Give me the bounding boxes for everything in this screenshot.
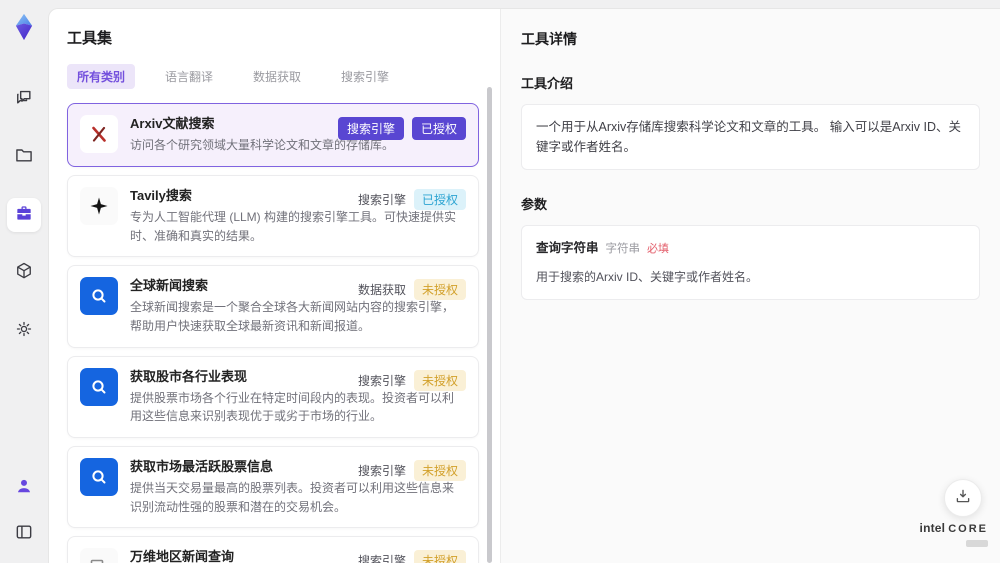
tool-category: 搜索引擎 — [357, 373, 406, 388]
news-blue-icon — [80, 367, 118, 406]
category-tabs: 所有类别 语言翻译 数据获取 搜索引擎 — [67, 64, 500, 89]
tab-label: 语言翻译 — [165, 70, 214, 84]
tool-card[interactable]: 万维地区新闻查询 查询具体行政区划内的新闻，快速了解各地新闻动态 搜索引擎 未授… — [67, 536, 479, 563]
tool-desc: 提供当天交易量最高的股票列表。投资者可以利用这些信息来识别流动性强的股票和潜在的… — [130, 481, 455, 514]
app-logo-icon — [9, 12, 39, 42]
tool-desc: 全球新闻搜索是一个聚合全球各大新闻网站内容的搜索引擎，帮助用户快速获取全球最新资… — [130, 300, 455, 333]
panel-toggle-icon — [14, 522, 34, 547]
intro-heading: 工具介绍 — [521, 76, 574, 91]
tool-status-badge: 已授权 — [411, 117, 466, 140]
sidebar-item-packages[interactable] — [7, 256, 41, 290]
sidebar-item-collapse[interactable] — [7, 517, 41, 551]
news-blue-icon — [80, 457, 118, 496]
intel-badge — [966, 540, 988, 547]
tool-card[interactable]: 全球新闻搜索 全球新闻搜索是一个聚合全球各大新闻网站内容的搜索引擎，帮助用户快速… — [67, 265, 479, 348]
tool-status-badge: 未授权 — [413, 369, 466, 391]
tab-label: 搜索引擎 — [341, 70, 390, 84]
tool-badges: 搜索引擎 未授权 — [358, 550, 466, 563]
param-type: 字符串 — [605, 243, 641, 255]
category-tab-2[interactable]: 数据获取 — [243, 64, 311, 89]
package-icon — [14, 261, 34, 286]
gear-icon — [14, 319, 34, 344]
tool-badges: 数据获取 未授权 — [357, 279, 466, 301]
tool-category: 搜索引擎 — [357, 192, 406, 207]
details-panel: 工具详情 工具介绍 一个用于从Arxiv存储库搜索科学论文和文章的工具。 输入可… — [501, 9, 1000, 563]
download-icon — [954, 487, 972, 510]
chat-icon — [14, 87, 34, 112]
tool-status-badge: 未授权 — [413, 279, 466, 301]
main-content: 工具集 所有类别 语言翻译 数据获取 搜索引擎 Arxiv文献搜索 访问各个研究… — [48, 8, 1000, 563]
tool-category: 数据获取 — [357, 283, 406, 298]
tool-card[interactable]: Tavily搜索 专为人工智能代理 (LLM) 构建的搜索引擎工具。可快速提供实… — [67, 174, 479, 258]
scrollbar-thumb[interactable] — [487, 87, 492, 563]
params-heading: 参数 — [521, 197, 548, 212]
tool-card[interactable]: 获取市场最活跃股票信息 提供当天交易量最高的股票列表。投资者可以利用这些信息来识… — [67, 445, 479, 529]
folder-icon — [14, 145, 34, 170]
tool-desc: 提供股票市场各个行业在特定时间段内的表现。投资者可以利用这些信息来识别表现优于或… — [130, 390, 455, 424]
sidebar-item-account[interactable] — [7, 471, 41, 505]
news-blue-icon — [80, 277, 118, 316]
sidebar-item-toolbox[interactable] — [7, 198, 41, 232]
user-avatar-icon — [14, 476, 34, 501]
tool-badges: 搜索引擎 已授权 — [357, 188, 466, 210]
tool-card[interactable]: 获取股市各行业表现 提供股票市场各个行业在特定时间段内的表现。投资者可以利用这些… — [67, 355, 479, 438]
core-text: core — [948, 523, 988, 535]
tool-card[interactable]: Arxiv文献搜索 访问各个研究领域大量科学论文和文章的存储库。 搜索引擎 已授… — [67, 103, 479, 167]
tab-label: 所有类别 — [77, 70, 126, 84]
app-sidebar — [0, 0, 48, 563]
intro-text: 一个用于从Arxiv存储库搜索科学论文和文章的工具。 输入可以是Arxiv ID… — [536, 120, 962, 154]
tool-badges: 搜索引擎 已授权 — [337, 117, 466, 140]
tab-label: 数据获取 — [253, 70, 302, 84]
tool-status-badge: 未授权 — [413, 550, 466, 563]
tool-category: 搜索引擎 — [357, 554, 406, 563]
param-required-label: 必填 — [647, 243, 670, 255]
tavily-icon — [80, 186, 118, 225]
tool-category: 搜索引擎 — [337, 117, 404, 140]
tool-badges: 搜索引擎 未授权 — [357, 369, 466, 391]
tool-status-badge: 已授权 — [413, 188, 466, 210]
toolbox-icon — [14, 203, 34, 228]
tool-status-badge: 未授权 — [413, 459, 466, 481]
sidebar-item-settings[interactable] — [7, 314, 41, 348]
download-button[interactable] — [944, 479, 982, 517]
param-desc: 用于搜索的Arxiv ID、关键字或作者姓名。 — [536, 269, 759, 284]
sidebar-item-files[interactable] — [7, 140, 41, 174]
tool-desc: 专为人工智能代理 (LLM) 构建的搜索引擎工具。可快速提供实时、准确和真实的结… — [130, 209, 457, 243]
param-box: 查询字符串 字符串 必填 用于搜索的Arxiv ID、关键字或作者姓名。 — [521, 225, 980, 300]
param-header: 查询字符串 字符串 必填 — [536, 238, 965, 259]
newspaper-icon — [80, 548, 118, 563]
tools-panel: 工具集 所有类别 语言翻译 数据获取 搜索引擎 Arxiv文献搜索 访问各个研究… — [49, 9, 501, 563]
tool-list: Arxiv文献搜索 访问各个研究领域大量科学论文和文章的存储库。 搜索引擎 已授… — [67, 103, 479, 563]
sidebar-item-chat[interactable] — [7, 82, 41, 116]
details-title: 工具详情 — [521, 31, 577, 47]
intro-box: 一个用于从Arxiv存储库搜索科学论文和文章的工具。 输入可以是Arxiv ID… — [521, 104, 980, 170]
arxiv-icon — [80, 115, 118, 153]
param-name: 查询字符串 — [536, 241, 599, 255]
intel-core-logo: intel core — [920, 522, 988, 551]
category-tab-3[interactable]: 搜索引擎 — [331, 64, 399, 89]
category-tab-0[interactable]: 所有类别 — [67, 64, 136, 89]
tool-badges: 搜索引擎 未授权 — [357, 459, 466, 481]
intel-text: intel — [919, 521, 946, 535]
page-title: 工具集 — [67, 30, 113, 47]
tool-category: 搜索引擎 — [357, 463, 406, 478]
category-tab-1[interactable]: 语言翻译 — [155, 64, 223, 89]
